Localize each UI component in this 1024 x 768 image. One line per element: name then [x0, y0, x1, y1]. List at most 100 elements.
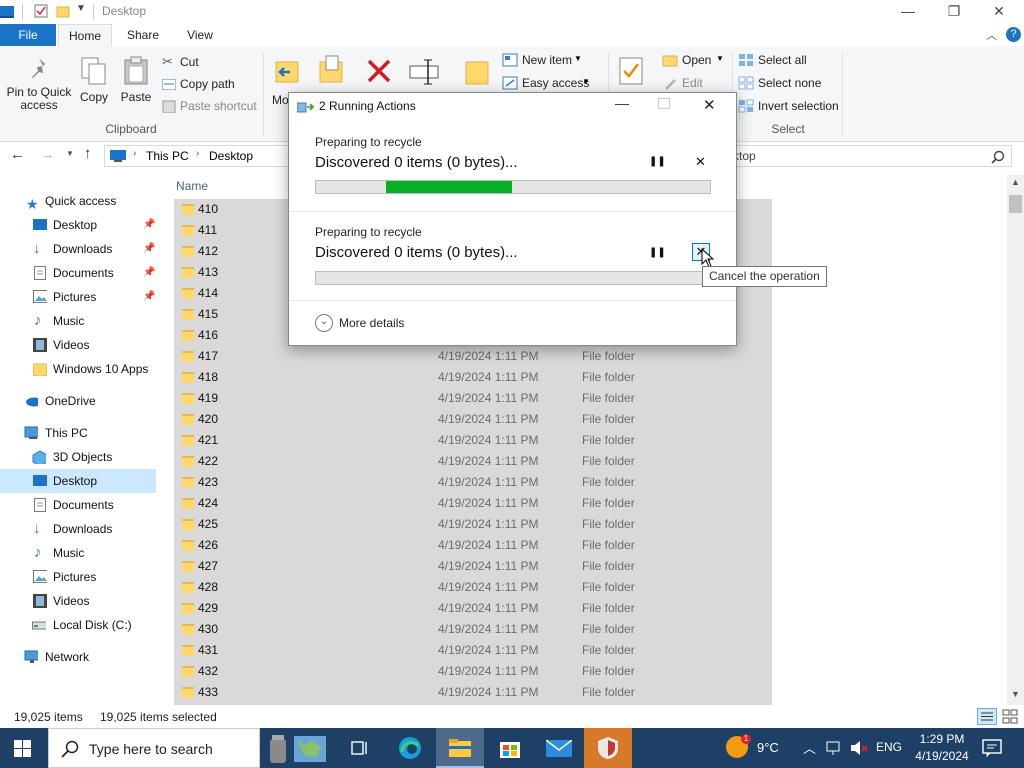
edge-icon [399, 737, 421, 759]
breadcrumb-this-pc[interactable]: This PC [146, 149, 189, 163]
easy-access-button[interactable]: Easy access ▼ [502, 75, 602, 93]
large-icons-view-icon[interactable] [1002, 709, 1018, 724]
open-button[interactable]: Open ▼ [662, 52, 728, 70]
pause-button-2[interactable]: ❚❚ [649, 247, 666, 258]
properties-icon[interactable] [34, 4, 48, 18]
nav-pc-downloads[interactable]: ↓ Downloads [0, 517, 156, 541]
help-icon[interactable]: ? [1006, 27, 1021, 42]
table-row[interactable]: 417 4/19/2024 1:11 PM File folder [174, 346, 772, 367]
nav-quick-access[interactable]: ★ Quick access [0, 189, 156, 213]
nav-pc-local-disk[interactable]: Local Disk (C:) [0, 613, 156, 637]
table-row[interactable]: 423 4/19/2024 1:11 PM File folder [174, 472, 772, 493]
nav-network[interactable]: Network [0, 645, 156, 669]
table-row[interactable]: 430 4/19/2024 1:11 PM File folder [174, 619, 772, 640]
table-row[interactable]: 433 4/19/2024 1:11 PM File folder [174, 682, 772, 703]
up-arrow-icon[interactable]: ↑ [84, 145, 92, 162]
close-button[interactable]: ✕ [976, 0, 1022, 24]
chevron-down-icon[interactable]: ⌄ [315, 314, 333, 332]
copy-button[interactable]: Copy [76, 50, 112, 110]
table-row[interactable]: 429 4/19/2024 1:11 PM File folder [174, 598, 772, 619]
nav-quick-desktop[interactable]: Desktop 📌 [0, 213, 156, 237]
nav-pc-videos[interactable]: Videos [0, 589, 156, 613]
nav-pc-pictures[interactable]: Pictures [0, 565, 156, 589]
table-row[interactable]: 427 4/19/2024 1:11 PM File folder [174, 556, 772, 577]
nav-quick-videos[interactable]: Videos [0, 333, 156, 357]
nav-pc-documents[interactable]: Documents [0, 493, 156, 517]
select-all-button[interactable]: Select all [738, 52, 838, 70]
table-row[interactable]: 432 4/19/2024 1:11 PM File folder [174, 661, 772, 682]
scroll-up-icon[interactable]: ▲ [1011, 177, 1020, 187]
task-view-button[interactable] [336, 728, 384, 768]
cancel-button-1[interactable]: ✕ [695, 154, 706, 170]
scroll-down-icon[interactable]: ▼ [1011, 689, 1020, 699]
nav-pc-3d-objects[interactable]: 3D Objects [0, 445, 156, 469]
notification-center-icon[interactable] [982, 739, 1002, 757]
nav-this-pc[interactable]: This PC [0, 421, 156, 445]
cut-button[interactable]: ✂ Cut [160, 54, 260, 72]
invert-selection-button[interactable]: Invert selection [738, 98, 848, 116]
restore-button[interactable]: ❐ [931, 0, 977, 24]
network-tray-icon[interactable] [826, 740, 844, 756]
language-indicator[interactable]: ENG [876, 740, 902, 754]
table-row[interactable]: 420 4/19/2024 1:11 PM File folder [174, 409, 772, 430]
minimize-button[interactable]: — [885, 0, 931, 24]
volume-muted-icon[interactable] [850, 740, 868, 756]
store-app-button[interactable] [486, 728, 534, 768]
search-input[interactable]: ktop [722, 145, 1012, 167]
security-app-button[interactable] [584, 728, 632, 768]
nav-quick-music[interactable]: ♪ Music [0, 309, 156, 333]
show-hidden-icons-icon[interactable]: ︿ [803, 738, 816, 757]
nav-quick-downloads[interactable]: ↓ Downloads 📌 [0, 237, 156, 261]
details-view-icon[interactable] [977, 708, 997, 725]
vertical-scrollbar[interactable]: ▲ ▼ [1007, 175, 1024, 705]
table-row[interactable]: 421 4/19/2024 1:11 PM File folder [174, 430, 772, 451]
file-explorer-app-button[interactable] [436, 728, 484, 768]
table-row[interactable]: 422 4/19/2024 1:11 PM File folder [174, 451, 772, 472]
nav-quick-documents[interactable]: Documents 📌 [0, 261, 156, 285]
taskbar-search-box[interactable]: Type here to search [48, 728, 326, 768]
column-header-name[interactable]: Name [176, 179, 208, 193]
breadcrumb-desktop[interactable]: Desktop [209, 149, 253, 163]
weather-temperature[interactable]: 9°C [757, 740, 779, 755]
select-none-button[interactable]: Select none [738, 75, 838, 93]
tab-file[interactable]: File [0, 24, 56, 46]
pause-button-1[interactable]: ❚❚ [649, 156, 666, 167]
tab-share[interactable]: Share [118, 24, 168, 46]
copy-path-button[interactable]: Copy path [160, 76, 260, 94]
dialog-close-button[interactable]: ✕ [703, 96, 716, 114]
tab-home[interactable]: Home [58, 24, 112, 46]
dialog-minimize-button[interactable]: — [612, 95, 632, 111]
table-row[interactable]: 424 4/19/2024 1:11 PM File folder [174, 493, 772, 514]
table-row[interactable]: 428 4/19/2024 1:11 PM File folder [174, 577, 772, 598]
windows-start-icon[interactable] [14, 740, 32, 757]
paste-button[interactable]: Paste [116, 50, 156, 110]
table-row[interactable]: 419 4/19/2024 1:11 PM File folder [174, 388, 772, 409]
table-row[interactable]: 431 4/19/2024 1:11 PM File folder [174, 640, 772, 661]
recent-locations-icon[interactable]: ▼ [66, 149, 74, 158]
edit-button[interactable]: Edit [662, 75, 722, 93]
paste-shortcut-button[interactable]: Paste shortcut [160, 98, 260, 116]
more-details-link[interactable]: More details [339, 316, 404, 330]
table-row[interactable]: 425 4/19/2024 1:11 PM File folder [174, 514, 772, 535]
clock-time[interactable]: 1:29 PM [912, 732, 972, 746]
nav-onedrive[interactable]: OneDrive [0, 389, 156, 413]
clock-date[interactable]: 4/19/2024 [906, 749, 978, 763]
nav-quick-windows-10-apps[interactable]: Windows 10 Apps [0, 357, 156, 381]
pin-quick-access-button[interactable]: Pin to Quick access [4, 50, 74, 120]
mail-app-button[interactable] [534, 728, 582, 768]
forward-arrow-icon[interactable]: → [40, 146, 55, 163]
tab-view[interactable]: View [176, 24, 224, 46]
table-row[interactable]: 426 4/19/2024 1:11 PM File folder [174, 535, 772, 556]
nav-quick-pictures[interactable]: Pictures 📌 [0, 285, 156, 309]
new-item-button[interactable]: New item ▼ [502, 52, 602, 70]
table-row[interactable]: 418 4/19/2024 1:11 PM File folder [174, 367, 772, 388]
edge-app-button[interactable] [386, 728, 434, 768]
nav-pc-desktop[interactable]: Desktop [0, 469, 156, 493]
nav-pc-music[interactable]: ♪ Music [0, 541, 156, 565]
collapse-ribbon-icon[interactable]: ︿ [986, 27, 997, 43]
qa-dropdown-icon[interactable]: ▼ [76, 3, 86, 14]
ribbon-separator [263, 52, 264, 136]
scrollbar-thumb[interactable] [1009, 195, 1022, 213]
back-arrow-icon[interactable]: ← [10, 146, 25, 163]
new-folder-icon[interactable] [56, 4, 70, 18]
